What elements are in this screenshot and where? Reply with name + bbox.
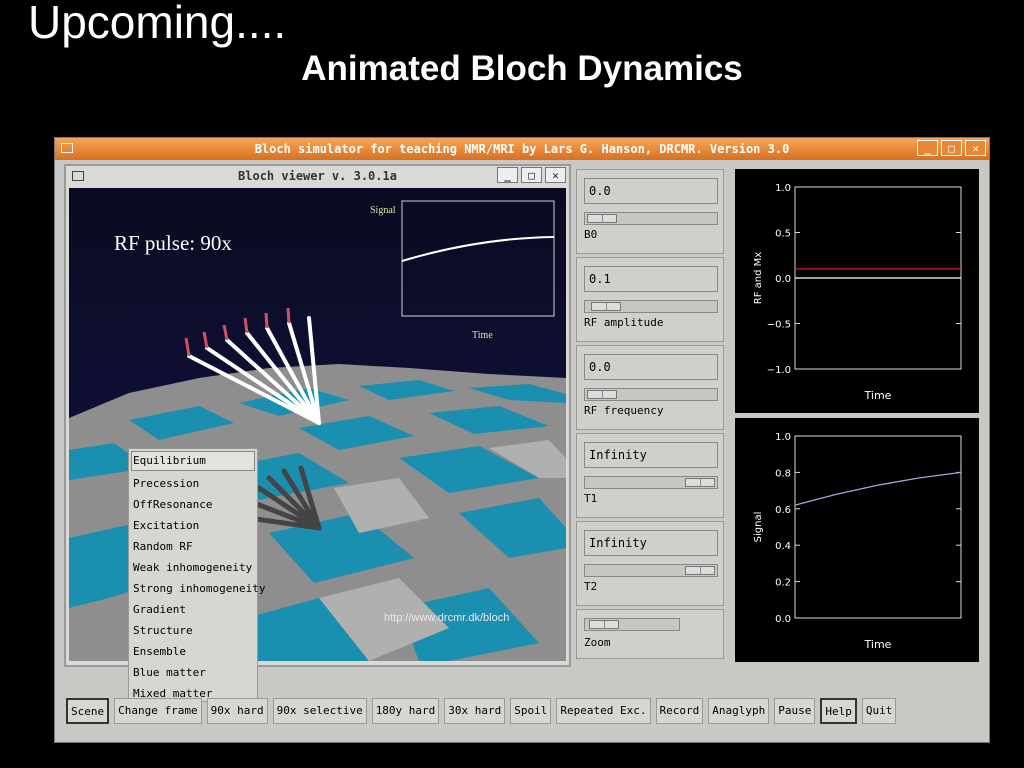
slide-title: Upcoming.... (28, 0, 287, 48)
t1-label: T1 (584, 492, 598, 505)
zoom-control: Zoom (576, 609, 724, 659)
y-tick-label: 0.6 (775, 505, 791, 516)
slide-subtitle: Animated Bloch Dynamics (301, 49, 743, 88)
y-tick-label: −1.0 (767, 365, 791, 376)
y-tick-label: 1.0 (775, 183, 791, 194)
slider-knob[interactable] (685, 478, 715, 487)
scene-button[interactable]: Scene (66, 698, 110, 724)
scene-menu-item[interactable]: Strong inhomogeneity (129, 578, 265, 599)
repeated-exc-button[interactable]: Repeated Exc. (556, 698, 651, 724)
y-axis-label: Signal (753, 512, 764, 543)
rf-mx-plot: 1.0 0.5 0.0 −0.5 −1.0 Time RF and Mx (735, 169, 979, 413)
t1-slider[interactable] (584, 476, 718, 489)
y-tick-label: −0.5 (767, 320, 791, 331)
y-tick-label: 0.0 (775, 274, 791, 285)
scene-menu: Equilibrium Precession OffResonance Excitat… (128, 448, 265, 702)
viewer-menu-icon[interactable] (72, 171, 84, 181)
close-button[interactable]: ✕ (965, 140, 986, 156)
scene-menu-item[interactable]: Random RF (129, 536, 257, 557)
90x-selective-button[interactable]: 90x selective (272, 698, 367, 724)
rf-pulse-label: RF pulse: 90x (114, 231, 232, 255)
series-line (794, 471, 962, 506)
scene-menu-item[interactable]: Structure (129, 620, 257, 641)
t2-control: Infinity T2 (576, 521, 724, 606)
scene-menu-item[interactable]: Blue matter (129, 662, 257, 683)
y-tick-label: 0.2 (775, 578, 791, 589)
rf-amplitude-label: RF amplitude (584, 316, 664, 329)
action-toolbar: Scene Change frame 90x hard 90x selective 18… (66, 698, 897, 726)
scene-menu-item[interactable]: Weak inhomogeneity (129, 557, 257, 578)
drcmr-url: http://www.drcmr.dk/bloch (384, 612, 509, 624)
viewer-maximize-button[interactable]: □ (521, 167, 542, 183)
90x-hard-button[interactable]: 90x hard (206, 698, 268, 724)
slider-knob[interactable] (587, 390, 617, 399)
scene-menu-item[interactable]: Precession (129, 473, 257, 494)
pause-button[interactable]: Pause (774, 698, 816, 724)
rf-frequency-input[interactable]: 0.0 (584, 354, 718, 380)
quit-button[interactable]: Quit (861, 698, 897, 724)
y-tick-label: 0.0 (775, 614, 791, 625)
y-tick-label: 0.5 (775, 229, 791, 240)
zoom-label: Zoom (584, 636, 611, 649)
rf-frequency-label: RF frequency (584, 404, 664, 417)
plot-frame (794, 435, 962, 619)
window-menu-icon[interactable] (61, 143, 73, 153)
main-titlebar[interactable]: Bloch simulator for teaching NMR/MRI by … (55, 138, 989, 160)
t2-slider[interactable] (584, 564, 718, 577)
180y-hard-button[interactable]: 180y hard (371, 698, 440, 724)
maximize-button[interactable]: □ (941, 140, 962, 156)
y-tick-label: 0.4 (775, 541, 791, 552)
help-button[interactable]: Help (820, 698, 857, 724)
bloch-simulator-window: Bloch simulator for teaching NMR/MRI by … (54, 137, 990, 743)
x-axis-label: Time (864, 638, 892, 651)
b0-input[interactable]: 0.0 (584, 178, 718, 204)
slider-knob[interactable] (587, 214, 617, 223)
scene-menu-item[interactable]: Excitation (129, 515, 257, 536)
viewer-close-button[interactable]: ✕ (545, 167, 566, 183)
rf-amplitude-slider[interactable] (584, 300, 718, 313)
spoil-button[interactable]: Spoil (510, 698, 552, 724)
t1-input[interactable]: Infinity (584, 442, 718, 468)
y-axis-label: RF and Mx (753, 252, 764, 304)
t2-input[interactable]: Infinity (584, 530, 718, 556)
b0-slider[interactable] (584, 212, 718, 225)
inset-signal-label: Signal (370, 205, 396, 216)
slider-knob[interactable] (591, 302, 621, 311)
y-tick-label: 0.8 (775, 468, 791, 479)
rf-amplitude-input[interactable]: 0.1 (584, 266, 718, 292)
b0-control: 0.0 B0 (576, 169, 724, 254)
slider-knob[interactable] (589, 620, 619, 629)
bloch-viewer-window: Bloch viewer v. 3.0.1a _ □ ✕ RF pulse: 9… (64, 164, 571, 702)
scene-menu-item[interactable]: OffResonance (129, 494, 257, 515)
rf-frequency-slider[interactable] (584, 388, 718, 401)
scene-menu-item[interactable]: Equilibrium (131, 451, 255, 471)
main-window-title: Bloch simulator for teaching NMR/MRI by … (254, 142, 790, 156)
zoom-slider[interactable] (584, 618, 680, 631)
t2-label: T2 (584, 580, 598, 593)
viewer-title: Bloch viewer v. 3.0.1a (238, 169, 397, 183)
inset-time-label: Time (472, 330, 493, 341)
viewer-minimize-button[interactable]: _ (497, 167, 518, 183)
t1-control: Infinity T1 (576, 433, 724, 518)
y-tick-label: 1.0 (775, 432, 791, 443)
scene-menu-item[interactable]: Gradient (129, 599, 257, 620)
b0-label: B0 (584, 228, 598, 241)
rf-frequency-control: 0.0 RF frequency (576, 345, 724, 430)
scene-menu-item[interactable]: Ensemble (129, 641, 257, 662)
record-button[interactable]: Record (655, 698, 704, 724)
slider-knob[interactable] (685, 566, 715, 575)
anaglyph-button[interactable]: Anaglyph (708, 698, 770, 724)
minimize-button[interactable]: _ (917, 140, 938, 156)
change-frame-button[interactable]: Change frame (114, 698, 202, 724)
viewer-titlebar[interactable]: Bloch viewer v. 3.0.1a _ □ ✕ (66, 166, 569, 186)
signal-plot: 1.0 0.8 0.6 0.4 0.2 0.0 Time Signal (735, 418, 979, 662)
30x-hard-button[interactable]: 30x hard (444, 698, 506, 724)
rf-amplitude-control: 0.1 RF amplitude (576, 257, 724, 342)
x-axis-label: Time (864, 389, 892, 402)
